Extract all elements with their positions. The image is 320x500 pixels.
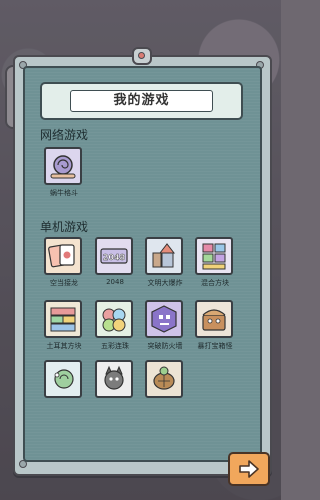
game-item-turtle[interactable] xyxy=(145,360,185,401)
game-item-civilization[interactable]: 文明大爆炸 xyxy=(145,237,185,288)
section-label-online: 网络游戏 xyxy=(40,128,89,142)
svg-text:2048: 2048 xyxy=(103,253,126,262)
title-banner: 我的游戏 xyxy=(40,82,243,120)
game-name: 暴打宝箱怪 xyxy=(197,342,233,350)
game-name: 蜗牛格斗 xyxy=(50,189,78,197)
game-item-turkey-blocks[interactable]: 土耳其方块 xyxy=(44,300,84,351)
game-name: 空当接龙 xyxy=(50,279,78,287)
game-name: 混合方块 xyxy=(201,279,229,287)
turtle-icon xyxy=(145,360,183,398)
top-knob-decoration xyxy=(132,47,152,65)
color-balls-icon xyxy=(95,300,133,338)
game-name: 五彩连珠 xyxy=(101,342,129,350)
mimic-chest-icon xyxy=(195,300,233,338)
chameleon-icon xyxy=(44,360,82,398)
game-item-firewall[interactable]: 突破防火墙 xyxy=(145,300,185,351)
next-button[interactable] xyxy=(228,452,270,486)
city-icon xyxy=(145,237,183,275)
brick-puzzle-icon xyxy=(44,300,82,338)
game-item-mix-blocks[interactable]: 混合方块 xyxy=(195,237,235,288)
arrow-right-icon xyxy=(239,460,259,478)
section-label-single: 单机游戏 xyxy=(40,220,89,234)
game-item-solitaire[interactable]: 空当接龙 xyxy=(44,237,84,288)
game-item-2048[interactable]: 2048 2048 xyxy=(95,237,135,286)
firewall-icon xyxy=(145,300,183,338)
tiles-2048-icon: 2048 xyxy=(95,237,133,275)
game-name: 土耳其方块 xyxy=(46,342,82,350)
snail-fight-icon xyxy=(44,147,82,185)
cat-icon xyxy=(95,360,133,398)
game-item-mimic-chest[interactable]: 暴打宝箱怪 xyxy=(195,300,235,351)
blocks-icon xyxy=(195,237,233,275)
game-name: 2048 xyxy=(106,278,124,286)
game-item-chameleon[interactable] xyxy=(44,360,84,401)
page-title: 我的游戏 xyxy=(70,90,213,112)
game-item-snail-fight[interactable]: 蜗牛格斗 xyxy=(44,147,84,198)
game-item-cat[interactable] xyxy=(95,360,135,401)
game-name: 突破防火墙 xyxy=(147,342,183,350)
card-solitaire-icon xyxy=(44,237,82,275)
game-item-color-balls[interactable]: 五彩连珠 xyxy=(95,300,135,351)
game-name: 文明大爆炸 xyxy=(147,279,183,287)
